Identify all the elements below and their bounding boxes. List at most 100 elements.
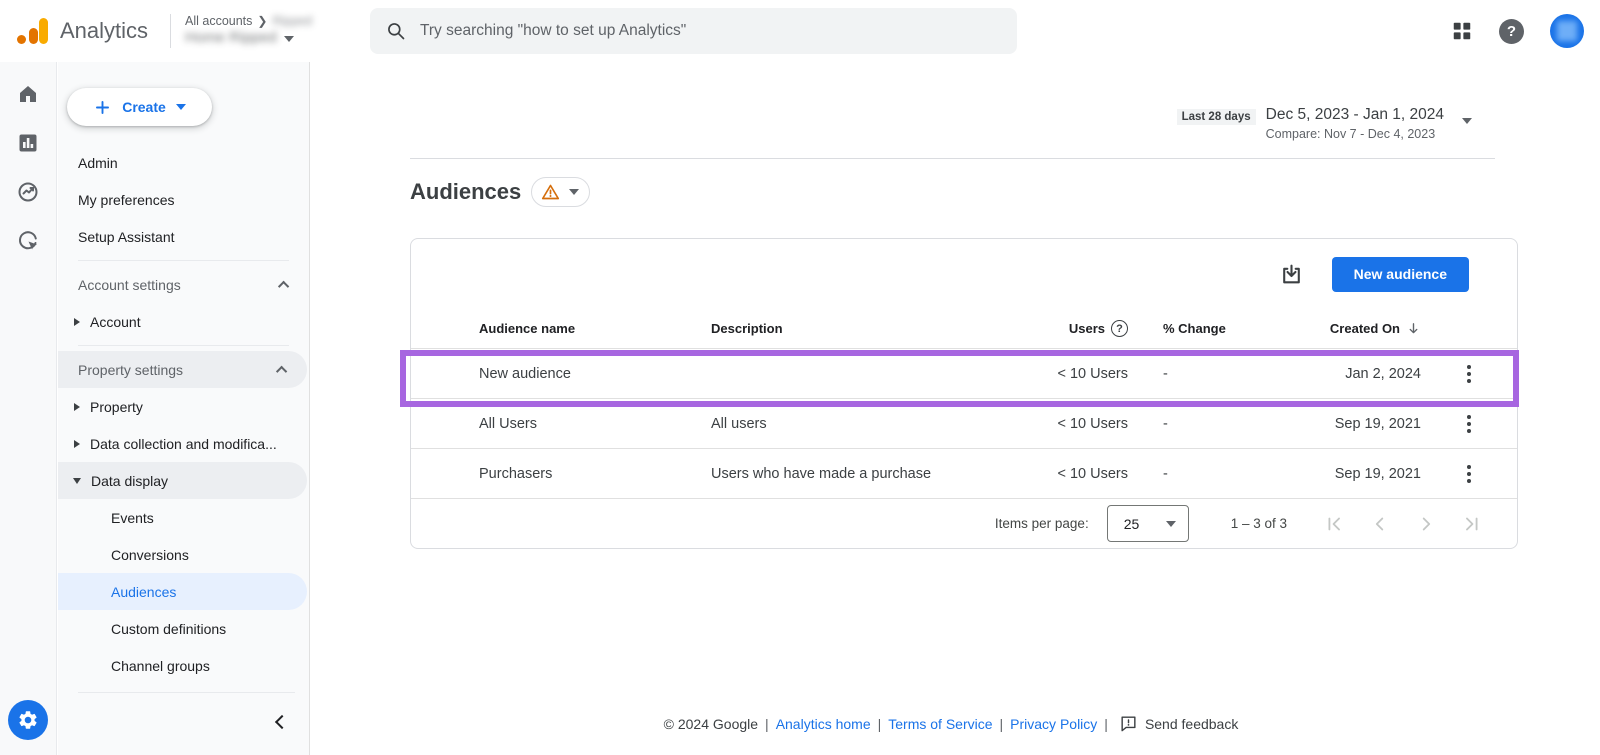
left-icon-rail bbox=[0, 62, 57, 755]
search-icon bbox=[386, 21, 406, 41]
sidebar-item-audiences[interactable]: Audiences bbox=[58, 573, 307, 610]
table-row[interactable]: New audience < 10 Users - Jan 2, 2024 bbox=[411, 349, 1517, 399]
date-range-value: Dec 5, 2023 - Jan 1, 2024 bbox=[1266, 106, 1444, 124]
main-content: Last 28 days Dec 5, 2023 - Jan 1, 2024 C… bbox=[311, 62, 1600, 755]
sidebar-item-custom-definitions[interactable]: Custom definitions bbox=[58, 610, 309, 647]
row-menu-icon[interactable] bbox=[1461, 409, 1477, 439]
analytics-home-link[interactable]: Analytics home bbox=[776, 716, 871, 732]
sidebar-item-label: Setup Assistant bbox=[78, 229, 175, 245]
send-feedback-label: Send feedback bbox=[1145, 716, 1238, 732]
sidebar-item-label: Custom definitions bbox=[111, 621, 226, 637]
sidebar-item-channel-groups[interactable]: Channel groups bbox=[58, 647, 309, 684]
chevron-down-icon bbox=[176, 104, 186, 110]
reports-icon[interactable] bbox=[16, 131, 40, 155]
previous-page-icon[interactable] bbox=[1369, 513, 1391, 535]
download-icon[interactable] bbox=[1279, 262, 1304, 287]
cell-users: < 10 Users bbox=[1028, 366, 1128, 382]
explore-icon[interactable] bbox=[16, 180, 40, 204]
advertising-icon[interactable] bbox=[16, 229, 40, 253]
footer-separator: | bbox=[1000, 716, 1004, 732]
privacy-policy-link[interactable]: Privacy Policy bbox=[1010, 716, 1097, 732]
pagination-bar: Items per page: 25 1 – 3 of 3 bbox=[411, 499, 1517, 548]
new-audience-button[interactable]: New audience bbox=[1332, 257, 1469, 292]
expand-right-icon bbox=[74, 403, 80, 411]
help-circle-icon[interactable]: ? bbox=[1111, 320, 1128, 337]
section-label: Property settings bbox=[78, 362, 183, 378]
send-feedback-button[interactable]: Send feedback bbox=[1119, 714, 1238, 733]
items-per-page-value: 25 bbox=[1124, 516, 1140, 532]
warning-dropdown[interactable] bbox=[531, 177, 590, 207]
sidebar-item-account[interactable]: Account bbox=[58, 303, 309, 340]
sidebar-item-admin[interactable]: Admin bbox=[58, 144, 309, 181]
sidebar-item-label: My preferences bbox=[78, 192, 174, 208]
section-property-settings[interactable]: Property settings bbox=[58, 351, 307, 388]
row-menu-icon[interactable] bbox=[1461, 459, 1477, 489]
chevron-down-icon bbox=[569, 189, 579, 195]
column-description[interactable]: Description bbox=[711, 321, 1028, 336]
sidebar-divider bbox=[78, 345, 289, 346]
sidebar-item-data-collection[interactable]: Data collection and modifica... bbox=[58, 425, 309, 462]
terms-of-service-link[interactable]: Terms of Service bbox=[888, 716, 992, 732]
diagnostics-grid-icon[interactable] bbox=[1451, 20, 1473, 42]
column-users[interactable]: Users ? bbox=[1028, 320, 1128, 337]
sidebar-item-label: Account bbox=[90, 314, 141, 330]
cell-change: - bbox=[1163, 366, 1243, 382]
column-label: Users bbox=[1069, 321, 1105, 336]
column-label: Created On bbox=[1330, 321, 1400, 336]
section-label: Account settings bbox=[78, 277, 181, 293]
next-page-icon[interactable] bbox=[1415, 513, 1437, 535]
sidebar-item-data-display[interactable]: Data display bbox=[58, 462, 307, 499]
cell-audience-name: New audience bbox=[411, 366, 711, 382]
date-range-picker[interactable]: Last 28 days Dec 5, 2023 - Jan 1, 2024 C… bbox=[1177, 106, 1472, 141]
property-name-blurred: Home Ripped bbox=[185, 29, 277, 48]
analytics-logo-icon bbox=[16, 15, 50, 47]
sidebar-item-label: Conversions bbox=[111, 547, 189, 563]
row-menu-icon[interactable] bbox=[1461, 359, 1477, 389]
section-account-settings[interactable]: Account settings bbox=[58, 266, 309, 303]
sidebar-item-label: Property bbox=[90, 399, 143, 415]
table-header-row: Audience name Description Users ? % Chan… bbox=[411, 309, 1517, 349]
sidebar-item-my-preferences[interactable]: My preferences bbox=[58, 181, 309, 218]
column-percent-change[interactable]: % Change bbox=[1163, 321, 1243, 336]
help-icon[interactable]: ? bbox=[1499, 19, 1524, 44]
sidebar-item-setup-assistant[interactable]: Setup Assistant bbox=[58, 218, 309, 255]
table-row[interactable]: All Users All users < 10 Users - Sep 19,… bbox=[411, 399, 1517, 449]
footer-separator: | bbox=[765, 716, 769, 732]
last-page-icon[interactable] bbox=[1461, 513, 1483, 535]
page-title: Audiences bbox=[410, 179, 521, 205]
table-row[interactable]: Purchasers Users who have made a purchas… bbox=[411, 449, 1517, 499]
items-per-page-select[interactable]: 25 bbox=[1107, 505, 1189, 542]
analytics-logo[interactable]: Analytics bbox=[0, 15, 168, 47]
cell-created: Sep 19, 2021 bbox=[1243, 416, 1421, 432]
admin-gear-button[interactable] bbox=[8, 700, 48, 740]
avatar-image-blurred bbox=[1557, 21, 1577, 41]
home-icon[interactable] bbox=[16, 82, 40, 106]
chevron-down-icon bbox=[284, 36, 294, 42]
cell-audience-name: Purchasers bbox=[411, 466, 711, 482]
avatar[interactable] bbox=[1550, 14, 1584, 48]
cell-description: Users who have made a purchase bbox=[711, 466, 1028, 482]
page-footer: © 2024 Google | Analytics home | Terms o… bbox=[311, 714, 1591, 733]
sidebar-item-property[interactable]: Property bbox=[58, 388, 309, 425]
account-property-picker[interactable]: All accounts ❯ Ripped Home Ripped bbox=[185, 14, 312, 48]
expand-right-icon bbox=[74, 440, 80, 448]
sidebar-item-conversions[interactable]: Conversions bbox=[58, 536, 309, 573]
top-app-bar: Analytics All accounts ❯ Ripped Home Rip… bbox=[0, 0, 1600, 62]
audiences-table-card: New audience Audience name Description U… bbox=[410, 238, 1518, 549]
sidebar-item-events[interactable]: Events bbox=[58, 499, 309, 536]
topbar-divider bbox=[170, 14, 171, 48]
search-bar[interactable] bbox=[370, 8, 1017, 54]
sidebar-item-label: Audiences bbox=[111, 584, 176, 600]
breadcrumb-chevron-icon: ❯ bbox=[257, 14, 267, 29]
search-input[interactable] bbox=[420, 22, 1001, 40]
copyright-text: © 2024 Google bbox=[664, 716, 758, 732]
chevron-up-icon bbox=[276, 365, 287, 376]
feedback-icon bbox=[1119, 714, 1138, 733]
collapse-sidebar-chevron[interactable] bbox=[275, 715, 289, 729]
first-page-icon[interactable] bbox=[1323, 513, 1345, 535]
create-button[interactable]: Create bbox=[67, 88, 212, 126]
footer-separator: | bbox=[1104, 716, 1108, 732]
column-created-on[interactable]: Created On bbox=[1243, 321, 1421, 336]
column-audience-name[interactable]: Audience name bbox=[411, 321, 711, 336]
expand-down-icon bbox=[73, 478, 81, 484]
